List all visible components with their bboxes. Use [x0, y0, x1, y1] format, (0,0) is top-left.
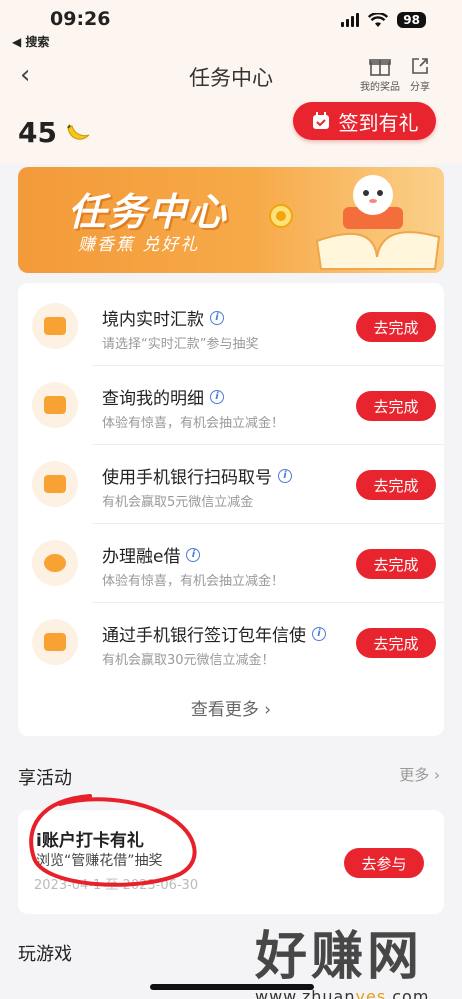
task-row: 查询我的明细 i 体验有惊喜，有机会抽立减金！ 去完成: [18, 366, 444, 445]
gift-icon: [369, 59, 391, 76]
banner-title: 任务中心: [68, 190, 229, 234]
activity-card[interactable]: i账户打卡有礼 浏览“管赚花借”抽奖 2023-04-1 至 2023-06-3…: [18, 810, 444, 914]
calendar-icon: [44, 633, 66, 651]
task-center-banner[interactable]: 任务中心 赚香蕉 兑好礼: [18, 167, 444, 273]
task-row: 通过手机银行签订包年信使 i 有机会赢取30元微信立减金！ 去完成: [18, 603, 444, 682]
points-value: 45: [18, 116, 57, 149]
task-title: 查询我的明细: [102, 389, 204, 409]
points-balance: 45: [18, 116, 91, 149]
share-button[interactable]: 分享: [410, 56, 430, 93]
chevron-right-icon: ›: [264, 700, 272, 720]
back-to-app-link[interactable]: ◀ 搜索: [12, 33, 49, 50]
checkin-label: 签到有礼: [338, 110, 419, 135]
home-indicator: [150, 984, 314, 990]
my-prizes-button[interactable]: 我的奖品: [360, 56, 400, 93]
info-icon[interactable]: i: [312, 626, 326, 641]
join-button[interactable]: 去参与: [344, 848, 424, 878]
banana-icon: [67, 123, 90, 140]
task-title: 使用手机银行扫码取号: [102, 468, 272, 488]
task-list: 境内实时汇款 i 请选择“实时汇款”参与抽奖 去完成 查询我的明细 i 体验有惊喜，…: [18, 283, 444, 736]
banner-subtitle: 赚香蕉 兑好礼: [78, 235, 200, 255]
mascot-book-illustration: [315, 175, 441, 270]
task-title: 办理融e借: [102, 547, 181, 567]
go-complete-button[interactable]: 去完成: [356, 312, 436, 342]
task-title: 境内实时汇款: [102, 310, 204, 330]
go-complete-button[interactable]: 去完成: [356, 628, 436, 658]
activity-subtitle: 浏览“管赚花借”抽奖: [36, 853, 163, 869]
piggy-bank-icon: [44, 554, 66, 572]
checkin-button[interactable]: 签到有礼: [293, 102, 436, 140]
coin-icon: [269, 204, 293, 228]
task-subtitle: 请选择“实时汇款”参与抽奖: [102, 337, 259, 352]
chevron-right-icon: ›: [434, 766, 440, 784]
status-bar: 09:26 ◀ 搜索 98: [0, 0, 462, 50]
task-row: 使用手机银行扫码取号 i 有机会赢取5元微信立减金 去完成: [18, 445, 444, 524]
games-section-title: 玩游戏: [18, 944, 72, 965]
nav-bar: ‹ 任务中心 我的奖品 分享: [0, 50, 462, 102]
activity-title: i账户打卡有礼: [36, 831, 144, 851]
info-icon[interactable]: i: [278, 468, 292, 483]
signal-icon: [341, 13, 360, 27]
go-complete-button[interactable]: 去完成: [356, 470, 436, 500]
calendar-check-icon: [312, 112, 329, 129]
task-row: 境内实时汇款 i 请选择“实时汇款”参与抽奖 去完成: [18, 287, 444, 366]
task-row: 办理融e借 i 体验有惊喜，有机会抽立减金！ 去完成: [18, 524, 444, 603]
info-icon[interactable]: i: [210, 310, 224, 325]
task-title: 通过手机银行签订包年信使: [102, 626, 306, 646]
go-complete-button[interactable]: 去完成: [356, 391, 436, 421]
battery-indicator: 98: [397, 12, 426, 28]
status-time: 09:26: [50, 8, 111, 30]
task-subtitle: 体验有惊喜，有机会抽立减金！: [102, 574, 285, 589]
activity-date: 2023-04-1 至 2023-06-30: [34, 878, 199, 893]
points-header: 45 签到有礼: [0, 102, 462, 164]
share-icon: [412, 58, 428, 74]
card-icon: [44, 317, 66, 335]
wifi-icon: [368, 12, 389, 27]
my-prizes-label: 我的奖品: [360, 82, 400, 93]
info-icon[interactable]: i: [186, 547, 201, 562]
watermark-brand: 好赚网: [255, 927, 424, 987]
calendar-icon: [44, 475, 66, 493]
activities-more-link[interactable]: 更多 ›: [399, 764, 440, 785]
task-subtitle: 有机会赢取5元微信立减金: [102, 495, 254, 510]
task-subtitle: 有机会赢取30元微信立减金！: [102, 653, 275, 668]
see-more-link[interactable]: 查看更多 ›: [18, 695, 444, 720]
go-complete-button[interactable]: 去完成: [356, 549, 436, 579]
activities-section-title: 享活动: [18, 768, 72, 789]
pie-chart-icon: [44, 396, 66, 414]
task-subtitle: 体验有惊喜，有机会抽立减金！: [102, 416, 285, 431]
info-icon[interactable]: i: [210, 389, 224, 404]
status-icons: 98: [341, 12, 426, 28]
share-label: 分享: [410, 82, 430, 93]
